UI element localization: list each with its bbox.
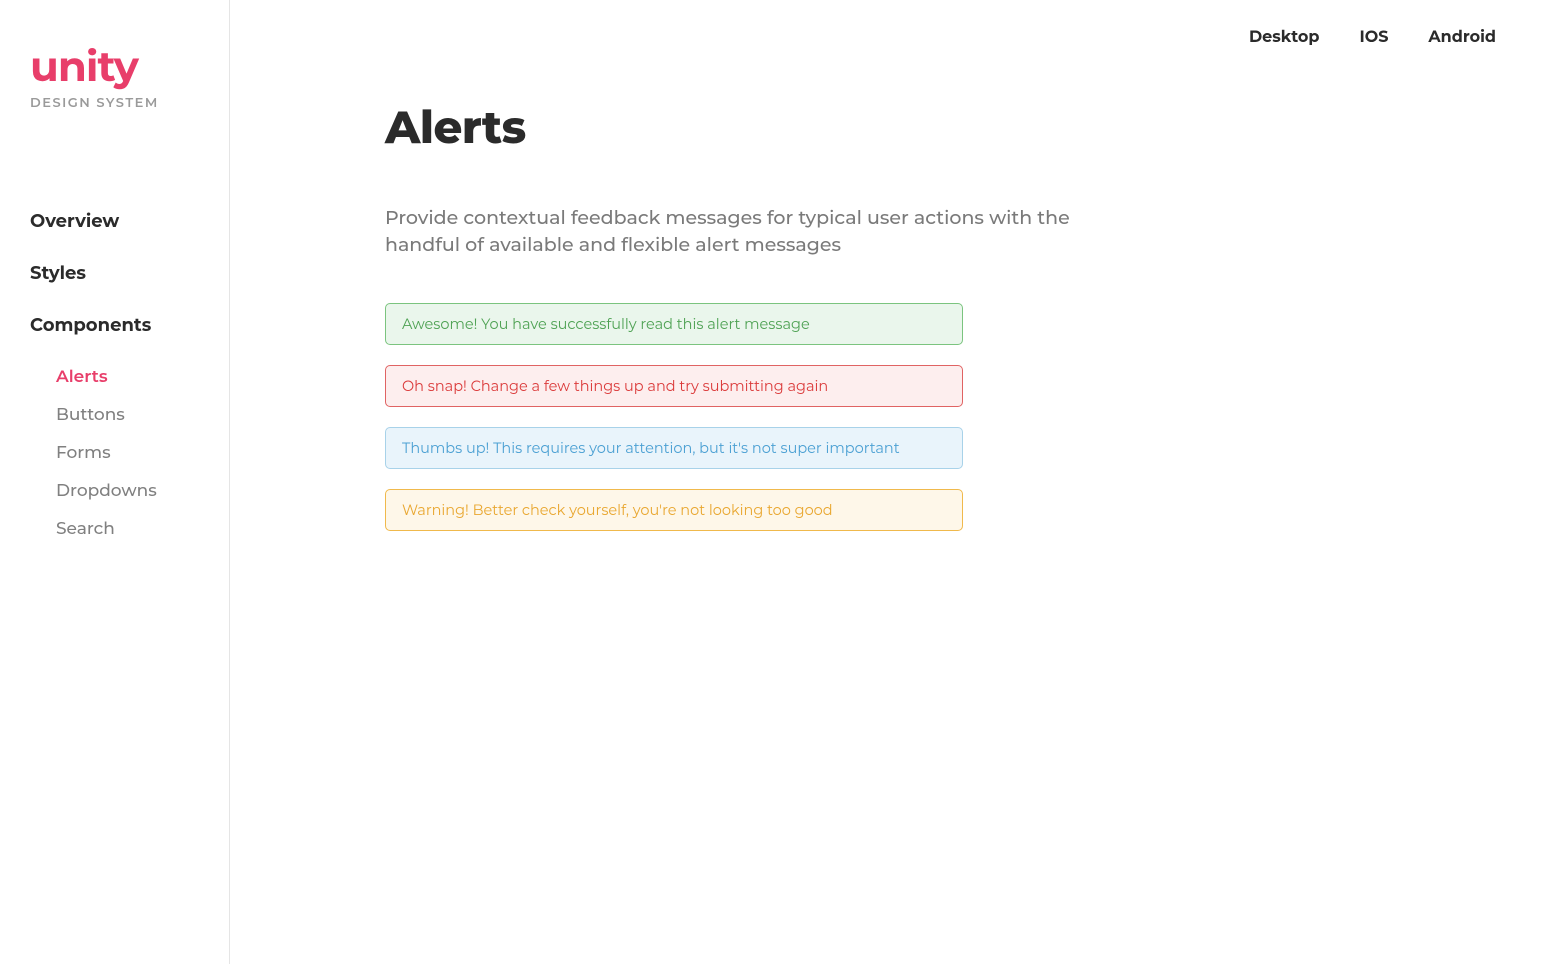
content: Alerts Provide contextual feedback messa… xyxy=(230,75,1370,551)
sidebar-subitem-forms[interactable]: Forms xyxy=(56,434,199,472)
alert-warning: Warning! Better check yourself, you're n… xyxy=(385,489,963,531)
sidebar-item-overview[interactable]: Overview xyxy=(30,206,199,236)
sidebar-subitem-search[interactable]: Search xyxy=(56,510,199,548)
tab-ios[interactable]: IOS xyxy=(1359,28,1388,47)
logo-subtitle: DESIGN SYSTEM xyxy=(30,95,199,111)
tab-desktop[interactable]: Desktop xyxy=(1249,28,1320,47)
logo: unity DESIGN SYSTEM xyxy=(30,45,199,111)
topbar: Desktop IOS Android xyxy=(230,0,1541,75)
alert-success: Awesome! You have successfully read this… xyxy=(385,303,963,345)
sidebar-submenu: Alerts Buttons Forms Dropdowns Search xyxy=(30,358,199,548)
tab-android[interactable]: Android xyxy=(1428,28,1496,47)
sidebar-subitem-buttons[interactable]: Buttons xyxy=(56,396,199,434)
alert-text: Awesome! You have successfully read this… xyxy=(402,315,810,333)
page-description: Provide contextual feedback messages for… xyxy=(385,205,1105,258)
sidebar-item-components[interactable]: Components xyxy=(30,310,199,340)
alert-info: Thumbs up! This requires your attention,… xyxy=(385,427,963,469)
sidebar-item-styles[interactable]: Styles xyxy=(30,258,199,288)
sidebar-subitem-dropdowns[interactable]: Dropdowns xyxy=(56,472,199,510)
sidebar-nav: Overview Styles Components Alerts Button… xyxy=(30,206,199,548)
sidebar-subitem-alerts[interactable]: Alerts xyxy=(56,358,199,396)
alert-text: Oh snap! Change a few things up and try … xyxy=(402,377,828,395)
alert-text: Warning! Better check yourself, you're n… xyxy=(402,501,833,519)
alert-danger: Oh snap! Change a few things up and try … xyxy=(385,365,963,407)
logo-title: unity xyxy=(30,45,199,87)
main-area: Desktop IOS Android Alerts Provide conte… xyxy=(230,0,1541,964)
page-title: Alerts xyxy=(385,100,1215,155)
alert-text: Thumbs up! This requires your attention,… xyxy=(402,439,900,457)
sidebar: unity DESIGN SYSTEM Overview Styles Comp… xyxy=(0,0,230,964)
